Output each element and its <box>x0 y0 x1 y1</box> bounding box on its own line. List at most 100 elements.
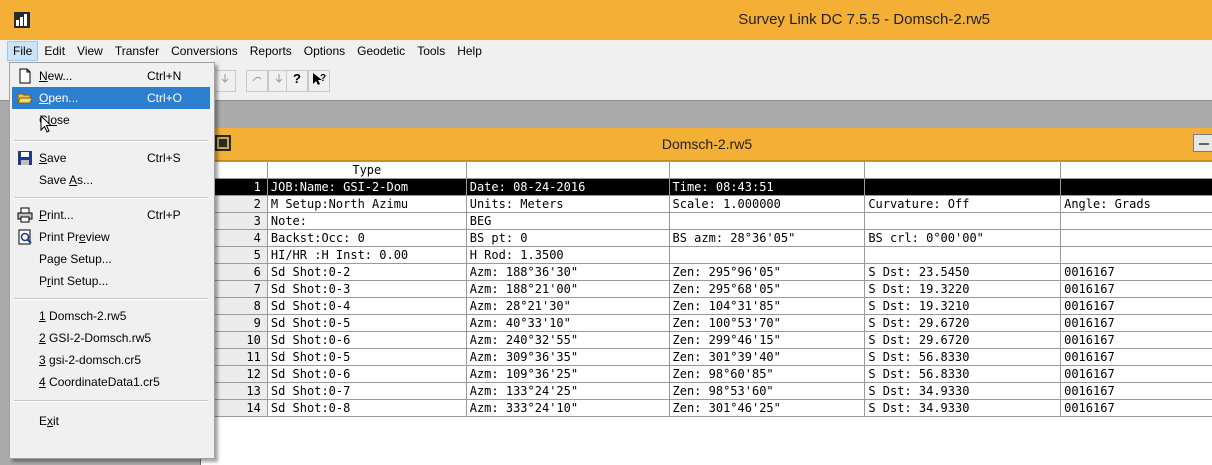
menu-help[interactable]: Help <box>451 41 488 61</box>
table-row[interactable]: 10 Sd Shot:0-6 Azm: 240°32'55" Zen: 299°46'… <box>201 331 1212 349</box>
minimize-button[interactable] <box>1193 134 1212 152</box>
table-cell[interactable]: BS azm: 28°36'05" <box>668 229 866 247</box>
menu-reports[interactable]: Reports <box>244 41 298 61</box>
menu-item-print-preview[interactable]: Print Preview <box>12 226 210 248</box>
table-cell[interactable]: Sd Shot:0-6 <box>266 365 467 383</box>
table-cell[interactable]: S Dst: 19.3210 <box>864 297 1062 315</box>
table-cell[interactable]: Scale: 1.000000 <box>668 195 866 213</box>
menu-item-open[interactable]: Open... Ctrl+O <box>12 87 210 109</box>
document-titlebar[interactable]: Domsch-2.rw5 <box>201 128 1212 161</box>
table-cell[interactable]: Zen: 299°46'15" <box>668 331 866 349</box>
table-row[interactable]: 6 Sd Shot:0-2 Azm: 188°36'30" Zen: 295°96'0… <box>201 263 1212 281</box>
table-cell[interactable]: Zen: 98°60'85" <box>668 365 866 383</box>
menu-transfer[interactable]: Transfer <box>109 41 165 61</box>
table-cell[interactable]: 0016167 <box>1060 382 1212 400</box>
table-cell[interactable]: H Rod: 1.3500 <box>465 246 670 264</box>
menu-tools[interactable]: Tools <box>411 41 451 61</box>
table-cell[interactable] <box>1060 178 1212 196</box>
table-cell[interactable]: Azm: 28°21'30" <box>465 297 670 315</box>
table-cell[interactable]: S Dst: 34.9330 <box>864 382 1062 400</box>
column-header[interactable] <box>1060 161 1212 179</box>
table-cell[interactable]: Zen: 301°39'40" <box>668 348 866 366</box>
menu-geodetic[interactable]: Geodetic <box>351 41 411 61</box>
table-cell[interactable]: 0016167 <box>1060 297 1212 315</box>
help-button[interactable]: ? <box>286 70 308 92</box>
down-arrow-button[interactable] <box>214 70 236 92</box>
table-cell[interactable]: 0016167 <box>1060 280 1212 298</box>
table-row[interactable]: 12 Sd Shot:0-6 Azm: 109°36'25" Zen: 98°60'8… <box>201 365 1212 383</box>
table-cell[interactable]: Azm: 188°36'30" <box>465 263 670 281</box>
menu-file[interactable]: File <box>7 41 39 61</box>
table-cell[interactable]: Zen: 301°46'25" <box>668 399 866 417</box>
table-cell[interactable]: Sd Shot:0-5 <box>266 314 467 332</box>
menu-item-recent-3[interactable]: 3 gsi-2-domsch.cr5 <box>12 349 210 371</box>
table-cell[interactable]: HI/HR :H Inst: 0.00 <box>266 246 467 264</box>
table-cell[interactable]: Date: 08-24-2016 <box>465 178 670 196</box>
table-cell[interactable]: S Dst: 19.3220 <box>864 280 1062 298</box>
table-cell[interactable] <box>864 178 1062 196</box>
table-cell[interactable]: Zen: 295°96'05" <box>668 263 866 281</box>
table-cell[interactable]: JOB:Name: GSI-2-Dom <box>266 178 467 196</box>
menu-view[interactable]: View <box>71 41 109 61</box>
table-cell[interactable]: Note: <box>266 212 467 230</box>
table-cell[interactable]: BS crl: 0°00'00" <box>864 229 1062 247</box>
table-cell[interactable]: Angle: Grads <box>1060 195 1212 213</box>
table-row[interactable]: 13 Sd Shot:0-7 Azm: 133°24'25" Zen: 98°53'6… <box>201 382 1212 400</box>
table-row[interactable]: 14 Sd Shot:0-8 Azm: 333°24'10" Zen: 301°46'… <box>201 399 1212 417</box>
table-cell[interactable]: S Dst: 34.9330 <box>864 399 1062 417</box>
table-cell[interactable]: Azm: 109°36'25" <box>465 365 670 383</box>
table-cell[interactable]: Sd Shot:0-4 <box>266 297 467 315</box>
table-cell[interactable] <box>864 212 1062 230</box>
table-cell[interactable]: Azm: 333°24'10" <box>465 399 670 417</box>
table-cell[interactable]: S Dst: 23.5450 <box>864 263 1062 281</box>
table-cell[interactable]: 0016167 <box>1060 263 1212 281</box>
table-cell[interactable]: S Dst: 29.6720 <box>864 331 1062 349</box>
redo-button[interactable] <box>246 70 268 92</box>
table-row[interactable]: 7 Sd Shot:0-3 Azm: 188°21'00" Zen: 295°68'0… <box>201 280 1212 298</box>
table-cell[interactable]: Azm: 309°36'35" <box>465 348 670 366</box>
column-header[interactable] <box>465 161 670 179</box>
table-cell[interactable]: Curvature: Off <box>864 195 1062 213</box>
table-cell[interactable]: S Dst: 29.6720 <box>864 314 1062 332</box>
table-cell[interactable]: Sd Shot:0-6 <box>266 331 467 349</box>
menu-conversions[interactable]: Conversions <box>165 41 244 61</box>
table-cell[interactable]: 0016167 <box>1060 314 1212 332</box>
table-cell[interactable]: Sd Shot:0-8 <box>266 399 467 417</box>
table-cell[interactable]: BEG <box>465 212 670 230</box>
table-cell[interactable]: Zen: 100°53'70" <box>668 314 866 332</box>
table-row[interactable]: 5 HI/HR :H Inst: 0.00 H Rod: 1.3500 <box>201 246 1212 264</box>
table-cell[interactable]: Azm: 188°21'00" <box>465 280 670 298</box>
table-cell[interactable]: Azm: 133°24'25" <box>465 382 670 400</box>
table-cell[interactable]: Backst:Occ: 0 <box>266 229 467 247</box>
menu-item-save-as[interactable]: Save As... <box>12 169 210 191</box>
column-header[interactable] <box>864 161 1062 179</box>
table-cell[interactable]: Azm: 240°32'55" <box>465 331 670 349</box>
column-header-type[interactable]: Type <box>266 161 467 179</box>
menu-item-new[interactable]: New... Ctrl+N <box>12 65 210 87</box>
table-cell[interactable]: 0016167 <box>1060 348 1212 366</box>
column-header[interactable] <box>668 161 866 179</box>
menu-item-exit[interactable]: Exit <box>12 410 210 432</box>
menu-item-print-setup[interactable]: Print Setup... <box>12 270 210 292</box>
menu-item-save[interactable]: Save Ctrl+S <box>12 147 210 169</box>
table-cell[interactable] <box>668 212 866 230</box>
menu-item-recent-1[interactable]: 1 Domsch-2.rw5 <box>12 305 210 327</box>
table-cell[interactable]: Azm: 40°33'10" <box>465 314 670 332</box>
menu-edit[interactable]: Edit <box>38 41 71 61</box>
table-cell[interactable]: M Setup:North Azimu <box>266 195 467 213</box>
app-titlebar[interactable]: Survey Link DC 7.5.5 - Domsch-2.rw5 <box>0 0 1212 40</box>
table-row[interactable]: 3 Note: BEG <box>201 212 1212 230</box>
menu-item-page-setup[interactable]: Page Setup... <box>12 248 210 270</box>
menu-item-recent-2[interactable]: 2 GSI-2-Domsch.rw5 <box>12 327 210 349</box>
table-cell[interactable]: BS pt: 0 <box>465 229 670 247</box>
context-help-button[interactable]: ? <box>308 70 330 92</box>
table-cell[interactable]: S Dst: 56.8330 <box>864 348 1062 366</box>
menu-item-recent-4[interactable]: 4 CoordinateData1.cr5 <box>12 371 210 393</box>
table-cell[interactable] <box>1060 246 1212 264</box>
table-cell[interactable]: 0016167 <box>1060 331 1212 349</box>
table-cell[interactable]: 0016167 <box>1060 399 1212 417</box>
menu-options[interactable]: Options <box>298 41 351 61</box>
table-cell[interactable] <box>1060 212 1212 230</box>
menu-item-print[interactable]: Print... Ctrl+P <box>12 204 210 226</box>
table-cell[interactable]: Sd Shot:0-5 <box>266 348 467 366</box>
